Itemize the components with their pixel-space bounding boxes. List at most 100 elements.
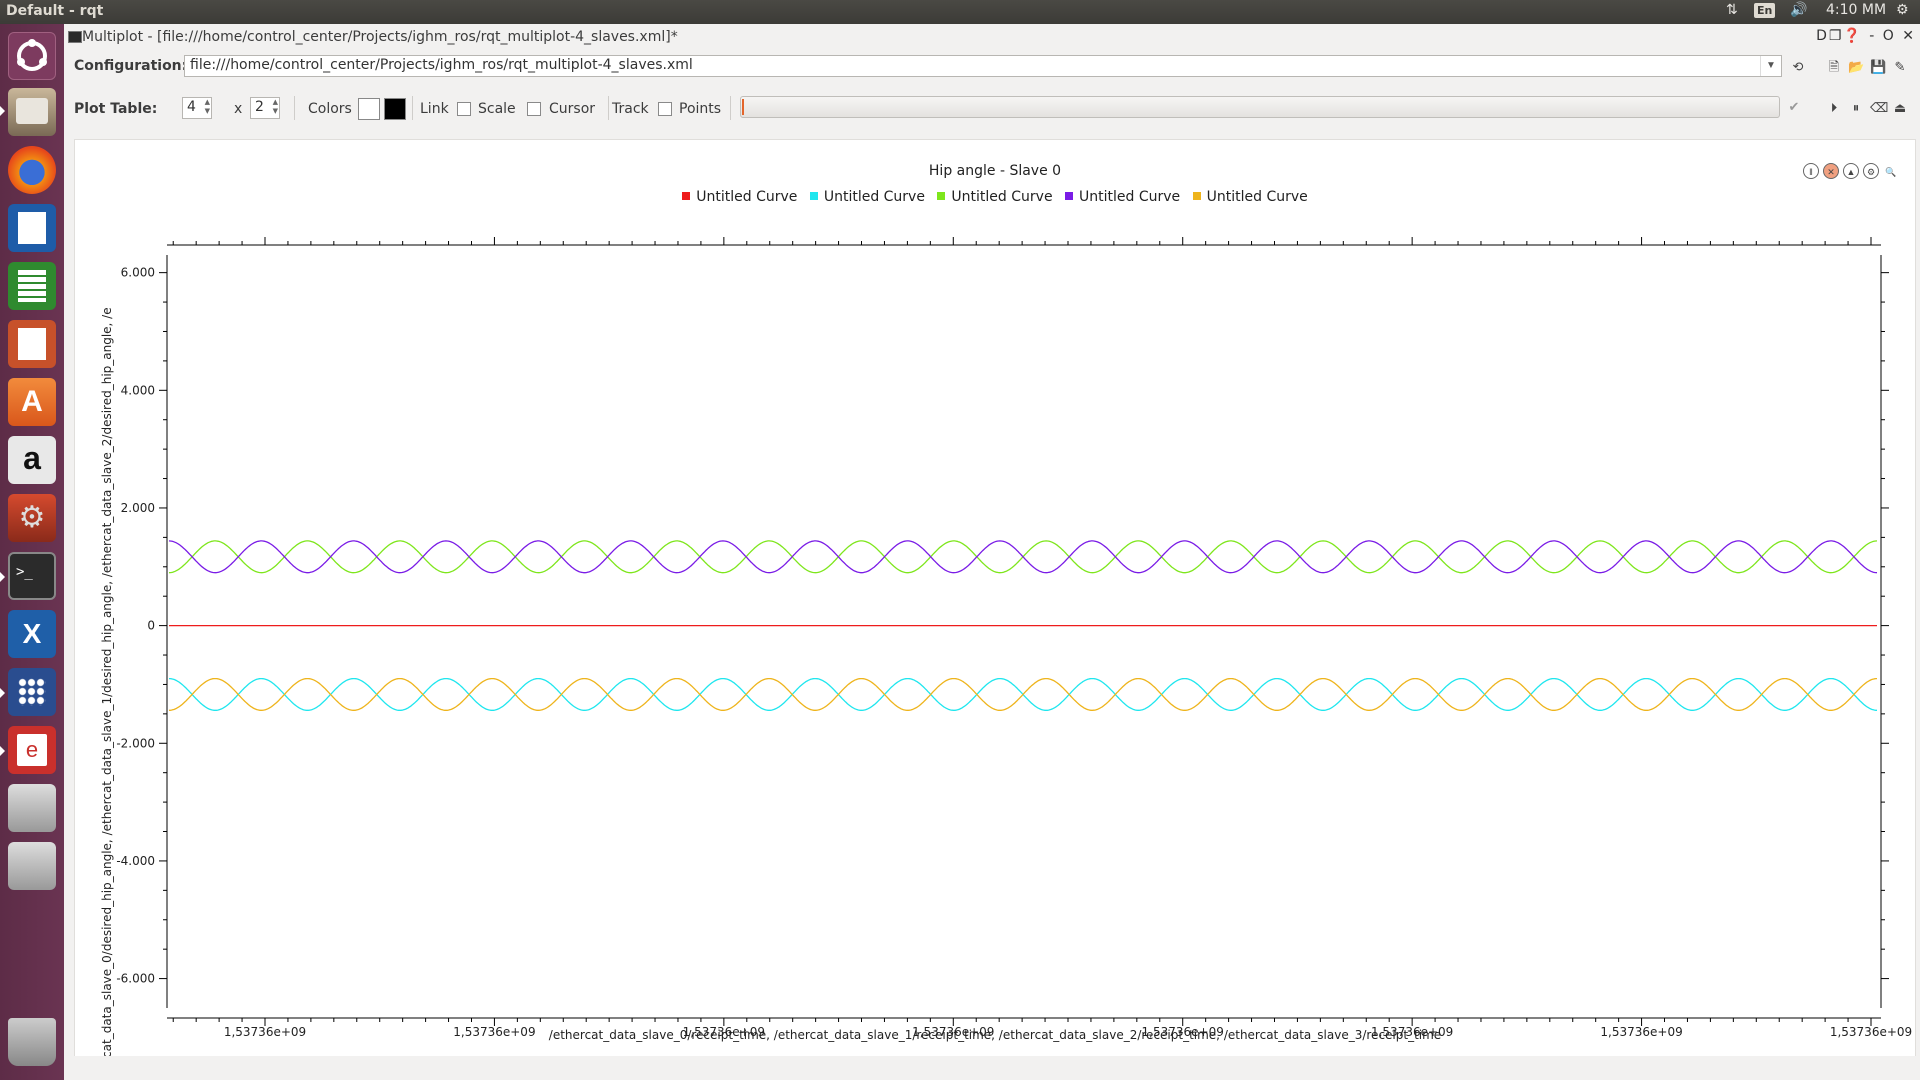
foreground-color-swatch[interactable]	[384, 98, 406, 120]
running-indicator	[0, 572, 5, 582]
y-tick-label: -6.000	[116, 972, 155, 986]
background-color-swatch[interactable]	[358, 98, 380, 120]
y-tick-label: 4.000	[121, 383, 155, 397]
files-icon[interactable]	[8, 88, 56, 136]
legend-swatch	[1192, 192, 1201, 200]
app-icon	[68, 31, 82, 43]
active-window-title: Default - rqt	[6, 3, 104, 19]
y-tick-label: 6.000	[121, 266, 155, 280]
clear-icon[interactable]: ⌫	[1870, 100, 1888, 116]
legend-label: Untitled Curve	[696, 189, 798, 205]
running-indicator	[0, 106, 5, 116]
legend-swatch	[809, 192, 818, 200]
y-tick-label: -4.000	[116, 854, 155, 868]
plot-canvas[interactable]: 6.0004.0002.0000-2.000-4.000-6.0001,5373…	[75, 140, 1915, 1073]
spin-arrows-icon[interactable]: ▲ ▼	[205, 98, 210, 116]
clear-plot-icon[interactable]: ✕	[1823, 163, 1839, 179]
writer-icon[interactable]	[8, 204, 56, 252]
gear-icon[interactable]: ⚙	[1896, 2, 1909, 18]
legend-swatch	[937, 192, 946, 200]
spin-arrows-icon[interactable]: ▲ ▼	[273, 98, 278, 116]
legend: Untitled Curve Untitled Curve Untitled C…	[75, 189, 1915, 205]
colors-label: Colors	[308, 101, 352, 117]
window-titlebar: Multiplot - [file:///home/control_center…	[64, 24, 1920, 50]
terminal-icon[interactable]: >_	[8, 552, 56, 600]
legend-item[interactable]: Untitled Curve	[937, 189, 1053, 205]
volume-icon[interactable]: 🔊	[1790, 2, 1807, 18]
toolbar-separator	[294, 96, 295, 120]
export-icon[interactable]: ⏏	[1892, 100, 1908, 116]
unity-launcher: A a ⚙ >_ X e	[0, 24, 65, 1080]
cols-spinbox[interactable]: 2 ▲ ▼	[250, 97, 280, 119]
play-icon[interactable]: ⏵	[1826, 100, 1842, 116]
amazon-icon[interactable]: a	[8, 436, 56, 484]
rows-spinbox[interactable]: 4 ▲ ▼	[182, 97, 212, 119]
drive-icon[interactable]	[8, 784, 56, 832]
multiplot-window: Multiplot - [file:///home/control_center…	[64, 24, 1920, 1080]
legend-item[interactable]: Untitled Curve	[809, 189, 925, 205]
zoom-out-icon[interactable]: 🔍	[1883, 164, 1899, 180]
track-checkbox[interactable]	[658, 102, 672, 116]
keyboard-layout-indicator[interactable]: En	[1754, 2, 1776, 18]
plot-panel: 6.000 4.000 2.000 0 -2.000 -4.000 -6.000 1,5373…	[74, 139, 1916, 1074]
y-tick-label: -2.000	[116, 736, 155, 750]
y-tick-label: 2.000	[121, 501, 155, 515]
running-indicator	[0, 746, 5, 756]
drive-icon[interactable]	[8, 842, 56, 890]
toolbar-separator	[412, 96, 413, 120]
legend-swatch	[682, 192, 691, 200]
progress-fill	[742, 99, 744, 115]
legend-item[interactable]: Untitled Curve	[1192, 189, 1308, 205]
progress-bar	[740, 96, 1780, 118]
track-label: Track	[612, 101, 649, 117]
save-config-icon[interactable]: 💾	[1870, 59, 1886, 75]
cursor-label: Cursor	[549, 101, 596, 117]
rows-value: 4	[187, 99, 196, 115]
system-settings-icon[interactable]: ⚙	[8, 494, 56, 542]
trash-icon[interactable]	[8, 1018, 56, 1066]
legend-label: Untitled Curve	[1079, 189, 1181, 205]
calc-icon[interactable]	[8, 262, 56, 310]
pause-icon[interactable]: ⏸	[1848, 100, 1864, 116]
window-controls[interactable]: D❐❓ - O ✕	[1816, 28, 1916, 44]
system-top-bar: Default - rqt ⇅ En 🔊 4:10 MM ⚙	[0, 0, 1920, 24]
toolbar-separator	[730, 96, 731, 120]
plot-tools: ‖ ✕ ▲ ⚙ 🔍	[1799, 162, 1899, 180]
vscode-icon[interactable]: X	[8, 610, 56, 658]
legend-label: Untitled Curve	[823, 189, 925, 205]
scale-label: Scale	[478, 101, 516, 117]
plot-table-label: Plot Table:	[74, 101, 158, 117]
checkmark-icon[interactable]: ✔	[1786, 99, 1802, 115]
save-as-config-icon[interactable]: ✎	[1892, 59, 1908, 75]
legend-item[interactable]: Untitled Curve	[682, 189, 797, 205]
software-center-icon[interactable]: A	[8, 378, 56, 426]
open-config-icon[interactable]: 📂	[1848, 59, 1864, 75]
pause-plot-icon[interactable]: ‖	[1803, 163, 1819, 179]
legend-swatch	[1065, 192, 1074, 200]
reload-config-icon[interactable]: ⟲	[1790, 59, 1806, 75]
network-icon[interactable]: ⇅	[1726, 2, 1738, 18]
link-label: Link	[420, 101, 449, 117]
window-title: Multiplot - [file:///home/control_center…	[82, 29, 678, 45]
link-checkbox[interactable]	[457, 102, 471, 116]
ubuntu-dash-icon[interactable]	[8, 32, 56, 80]
y-axis-label: rcat_data_slave_0/desired_hip_angle, /et…	[100, 307, 114, 1063]
legend-label: Untitled Curve	[1206, 189, 1308, 205]
chevron-down-icon[interactable]: ▼	[1760, 56, 1781, 76]
series-line	[168, 540, 1878, 574]
firefox-icon[interactable]	[8, 146, 56, 194]
legend-label: Untitled Curve	[951, 189, 1053, 205]
new-config-icon[interactable]: 🗎	[1826, 59, 1842, 75]
export-plot-icon[interactable]: ▲	[1843, 163, 1859, 179]
configuration-url-field[interactable]: file:///home/control_center/Projects/igh…	[184, 55, 1782, 77]
app-grid-icon[interactable]	[8, 668, 56, 716]
settings-plot-icon[interactable]: ⚙	[1863, 163, 1879, 179]
impress-icon[interactable]	[8, 320, 56, 368]
x-axis-label: /ethercat_data_slave_0/receipt_time, /et…	[548, 1028, 1442, 1042]
scale-checkbox[interactable]	[527, 102, 541, 116]
clock[interactable]: 4:10 MM	[1826, 2, 1886, 18]
series-line	[169, 677, 1877, 711]
legend-item[interactable]: Untitled Curve	[1065, 189, 1180, 205]
plot-title: Hip angle - Slave 0	[928, 163, 1062, 179]
evince-icon[interactable]: e	[8, 726, 56, 774]
